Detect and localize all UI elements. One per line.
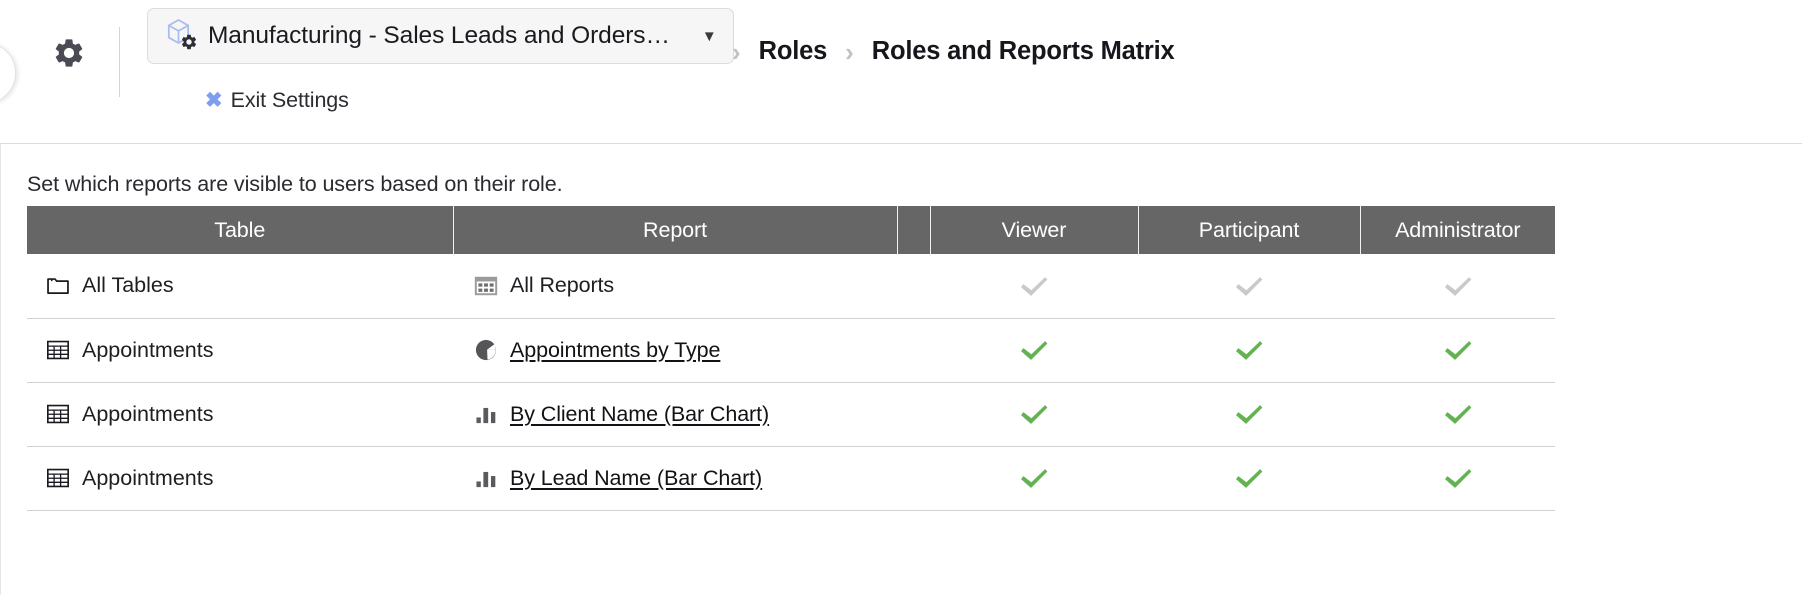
cell-report: All Reports: [453, 254, 897, 319]
chevron-down-icon: ▼: [701, 27, 717, 45]
table-body: All Tables All Reports Appointments Appoint…: [27, 254, 1555, 511]
column-header-viewer: Viewer: [930, 206, 1139, 254]
table-row: Appointments By Client Name (Bar Chart): [27, 382, 1555, 447]
table-header-row: Table Report Viewer Participant Administ…: [27, 206, 1555, 254]
checkmark-icon-administrator[interactable]: [1443, 399, 1473, 429]
cell-administrator[interactable]: [1360, 318, 1555, 383]
cell-administrator[interactable]: [1360, 382, 1555, 447]
checkmark-icon-administrator[interactable]: [1443, 271, 1473, 301]
table-grid-icon: [47, 468, 69, 488]
topbar-divider: [119, 27, 120, 97]
cell-participant[interactable]: [1138, 254, 1360, 319]
table-name-label: Appointments: [82, 465, 214, 490]
column-header-report: Report: [453, 206, 898, 254]
column-header-table: Table: [27, 206, 454, 254]
cell-viewer[interactable]: [930, 382, 1138, 447]
cell-spacer: [897, 318, 930, 383]
checkmark-icon-viewer[interactable]: [1019, 271, 1049, 301]
roles-reports-matrix-table: Table Report Viewer Participant Administ…: [27, 206, 1555, 511]
cell-table: Appointments: [27, 318, 453, 383]
cell-administrator[interactable]: [1360, 254, 1555, 319]
cell-report: By Client Name (Bar Chart): [453, 382, 897, 447]
gear-icon: [52, 36, 86, 70]
breadcrumb: › Roles › Roles and Reports Matrix: [714, 36, 1175, 67]
cube-with-gear-icon: [164, 19, 198, 53]
sidebar-collapse-handle[interactable]: [0, 42, 16, 104]
table-name-label: Appointments: [82, 337, 214, 362]
breadcrumb-item-roles[interactable]: Roles: [759, 37, 828, 66]
exit-settings-label: Exit Settings: [230, 88, 349, 112]
app-selector-label: Manufacturing - Sales Leads and Orders…: [208, 22, 670, 49]
checkmark-icon-participant[interactable]: [1234, 463, 1264, 493]
report-link[interactable]: By Lead Name (Bar Chart): [510, 466, 762, 491]
settings-page: Manufacturing - Sales Leads and Orders… …: [0, 0, 1802, 596]
top-bar: Manufacturing - Sales Leads and Orders… …: [0, 0, 1802, 144]
table-row: Appointments By Lead Name (Bar Chart): [27, 446, 1555, 511]
checkmark-icon-administrator[interactable]: [1443, 463, 1473, 493]
breadcrumb-separator-icon: ›: [845, 36, 854, 67]
cell-table: Appointments: [27, 446, 453, 511]
cell-report: Appointments by Type: [453, 318, 897, 383]
bar-chart-icon: [476, 407, 496, 424]
breadcrumb-item-current: Roles and Reports Matrix: [871, 37, 1175, 65]
app-selector-dropdown[interactable]: Manufacturing - Sales Leads and Orders… …: [147, 8, 734, 64]
column-header-administrator: Administrator: [1360, 206, 1555, 254]
report-link[interactable]: By Client Name (Bar Chart): [510, 402, 769, 427]
cell-report: By Lead Name (Bar Chart): [453, 446, 897, 511]
content-left-border: [0, 144, 1, 595]
report-link[interactable]: Appointments by Type: [510, 338, 720, 363]
cell-table: All Tables: [27, 254, 453, 319]
checkmark-icon-administrator[interactable]: [1443, 335, 1473, 365]
folder-icon: [47, 277, 69, 294]
cell-spacer: [897, 446, 930, 511]
checkmark-icon-viewer[interactable]: [1019, 335, 1049, 365]
checkmark-icon-participant[interactable]: [1234, 399, 1264, 429]
cell-participant[interactable]: [1138, 318, 1360, 383]
checkmark-icon-viewer[interactable]: [1019, 399, 1049, 429]
cell-viewer[interactable]: [930, 318, 1138, 383]
page-subtitle: Set which reports are visible to users b…: [27, 172, 563, 196]
cell-participant[interactable]: [1138, 382, 1360, 447]
main-content: Set which reports are visible to users b…: [0, 144, 1802, 595]
cell-participant[interactable]: [1138, 446, 1360, 511]
cell-spacer: [897, 254, 930, 319]
table-header: Table Report Viewer Participant Administ…: [27, 206, 1555, 254]
exit-settings-link[interactable]: ✖ Exit Settings: [205, 88, 349, 113]
cell-viewer[interactable]: [930, 254, 1138, 319]
breadcrumb-separator-icon: ›: [732, 36, 741, 67]
cell-administrator[interactable]: [1360, 446, 1555, 511]
table-name-label: Appointments: [82, 401, 214, 426]
checkmark-icon-participant[interactable]: [1234, 271, 1264, 301]
bar-chart-icon: [476, 471, 496, 488]
settings-gear-button[interactable]: [48, 32, 90, 74]
cell-spacer: [897, 382, 930, 447]
table-grid-icon: [47, 340, 69, 360]
report-label: All Reports: [510, 273, 615, 298]
column-header-participant: Participant: [1138, 206, 1361, 254]
table-name-label: All Tables: [82, 273, 174, 298]
pie-chart-icon: [475, 339, 497, 361]
checkmark-icon-viewer[interactable]: [1019, 463, 1049, 493]
grid-report-icon: [474, 276, 498, 295]
table-row: Appointments Appointments by Type: [27, 318, 1555, 383]
close-x-icon: ✖: [205, 89, 223, 112]
table-grid-icon: [47, 404, 69, 424]
table-row: All Tables All Reports: [27, 254, 1555, 319]
cell-viewer[interactable]: [930, 446, 1138, 511]
cell-table: Appointments: [27, 382, 453, 447]
checkmark-icon-participant[interactable]: [1234, 335, 1264, 365]
column-header-spacer: [897, 206, 931, 254]
